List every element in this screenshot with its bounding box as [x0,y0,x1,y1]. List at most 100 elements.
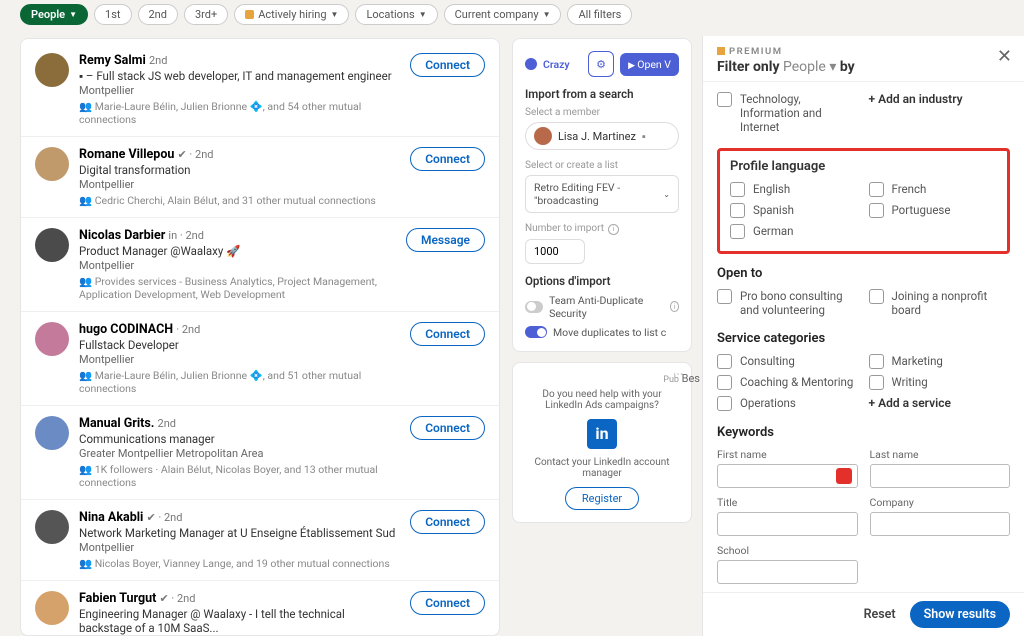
lang-checkbox-german[interactable] [730,224,745,239]
company-label: Company [870,496,1011,509]
ad-pub-label: Pub [525,375,679,385]
message-button[interactable]: Message [406,228,485,252]
avatar[interactable] [35,416,69,450]
list-selector[interactable]: Retro Editing FEV - "broadcasting ⌄ [525,175,679,213]
result-location: Montpellier [79,178,400,191]
pill-current-company[interactable]: Current company ▼ [444,4,562,25]
show-results-button[interactable]: Show results [910,601,1010,628]
avatar[interactable] [35,147,69,181]
connect-button[interactable]: Connect [410,53,485,77]
import-card: Crazy ⚙ ▶ Open V Import from a search Se… [512,38,692,352]
result-title: Network Marketing Manager at U Enseigne … [79,526,400,540]
lang-checkbox-english[interactable] [730,182,745,197]
truncated-text: Bes [682,372,700,385]
result-title: Engineering Manager @ Waalaxy - I tell t… [79,607,400,635]
pill-all-filters[interactable]: All filters [567,4,632,25]
pill-3rd[interactable]: 3rd+ [184,4,228,25]
pill-1st[interactable]: 1st [94,4,131,25]
register-button[interactable]: Register [565,487,639,510]
ad-card: Pub ⋯ Do you need help with your LinkedI… [512,362,692,523]
result-row: hugo CODINACH · 2ndFullstack DeveloperMo… [21,312,499,406]
result-location: Montpellier [79,353,400,366]
service-categories-heading: Service categories [717,331,1010,346]
move-dup-toggle[interactable] [525,326,547,338]
result-title: Product Manager @Waalaxy 🚀 [79,244,396,258]
last-name-input[interactable] [870,464,1011,488]
avatar[interactable] [35,510,69,544]
pill-actively-hiring[interactable]: Actively hiring ▼ [234,4,349,25]
open-to-checkbox-nonprofit[interactable] [869,289,884,304]
connect-button[interactable]: Connect [410,322,485,346]
profile-language-heading: Profile language [730,159,997,174]
school-label: School [717,544,858,557]
industry-checkbox[interactable] [717,92,732,107]
result-row: Romane Villepou ✔ · 2ndDigital transform… [21,137,499,218]
avatar[interactable] [35,228,69,262]
filter-panel: PREMIUM Filter only People ▾ by ✕ Techno… [702,36,1024,636]
result-name[interactable]: Manual Grits. 2nd [79,416,400,431]
company-input[interactable] [870,512,1011,536]
svc-checkbox-operations[interactable] [717,396,732,411]
result-name[interactable]: Nicolas Darbier in · 2nd [79,228,396,243]
avatar[interactable] [35,322,69,356]
result-row: Fabien Turgut ✔ · 2ndEngineering Manager… [21,581,499,636]
connect-button[interactable]: Connect [410,510,485,534]
reset-button[interactable]: Reset [864,607,896,622]
result-title: ▪ – Full stack JS web developer, IT and … [79,69,400,83]
svc-checkbox-consulting[interactable] [717,354,732,369]
gear-icon[interactable]: ⚙ [588,51,614,77]
lang-checkbox-portuguese[interactable] [869,203,884,218]
result-mutual: 👥 Provides services - Business Analytics… [79,275,396,301]
result-title: Fullstack Developer [79,338,400,352]
number-label: Number to import [525,223,604,234]
svc-checkbox-writing[interactable] [869,375,884,390]
result-title: Digital transformation [79,163,400,177]
connect-button[interactable]: Connect [410,147,485,171]
result-mutual: 👥 Cedric Cherchi, Alain Bélut, and 31 ot… [79,194,400,207]
keywords-heading: Keywords [717,425,1010,440]
result-name[interactable]: Fabien Turgut ✔ · 2nd [79,591,400,606]
add-service-link[interactable]: Add a service [869,396,1011,411]
avatar[interactable] [35,53,69,87]
school-input[interactable] [717,560,858,584]
add-industry-link[interactable]: Add an industry [869,92,1011,134]
close-icon[interactable]: ✕ [997,46,1012,67]
pill-people[interactable]: People ▼ [20,4,88,25]
select-member-label: Select a member [525,107,679,118]
title-input[interactable] [717,512,858,536]
member-name: Lisa J. Martinez [558,130,636,143]
avatar-icon [534,127,552,145]
result-mutual: 👥 Nicolas Boyer, Vianney Lange, and 19 o… [79,557,400,570]
ad-question: Do you need help with your LinkedIn Ads … [525,389,679,411]
svc-checkbox-coaching[interactable] [717,375,732,390]
result-location: Greater Montpellier Metropolitan Area [79,447,400,460]
number-input[interactable] [525,239,585,264]
options-heading: Options d'import [525,274,679,288]
move-dup-label: Move duplicates to list c [553,326,666,339]
profile-language-highlight: Profile language English French Spanish … [717,148,1010,254]
result-name[interactable]: hugo CODINACH · 2nd [79,322,400,337]
avatar[interactable] [35,591,69,625]
result-name[interactable]: Nina Akabli ✔ · 2nd [79,510,400,525]
result-location: Montpellier [79,259,396,272]
result-name[interactable]: Remy Salmi 2nd [79,53,400,68]
last-name-label: Last name [870,448,1011,461]
lang-checkbox-french[interactable] [869,182,884,197]
chevron-down-icon: ⌄ [663,190,670,199]
connect-button[interactable]: Connect [410,416,485,440]
result-name[interactable]: Romane Villepou ✔ · 2nd [79,147,400,162]
info-icon[interactable]: i [608,224,619,235]
open-button[interactable]: ▶ Open V [620,53,679,76]
anti-dup-toggle[interactable] [525,301,543,313]
svc-checkbox-marketing[interactable] [869,354,884,369]
first-name-input[interactable] [717,464,858,488]
member-selector[interactable]: Lisa J. Martinez ▪ [525,122,679,150]
first-name-label: First name [717,448,858,461]
open-to-checkbox-probono[interactable] [717,289,732,304]
info-icon[interactable]: i [670,301,679,312]
result-location: Montpellier [79,84,400,97]
pill-2nd[interactable]: 2nd [138,4,178,25]
pill-locations[interactable]: Locations ▼ [355,4,437,25]
connect-button[interactable]: Connect [410,591,485,615]
lang-checkbox-spanish[interactable] [730,203,745,218]
